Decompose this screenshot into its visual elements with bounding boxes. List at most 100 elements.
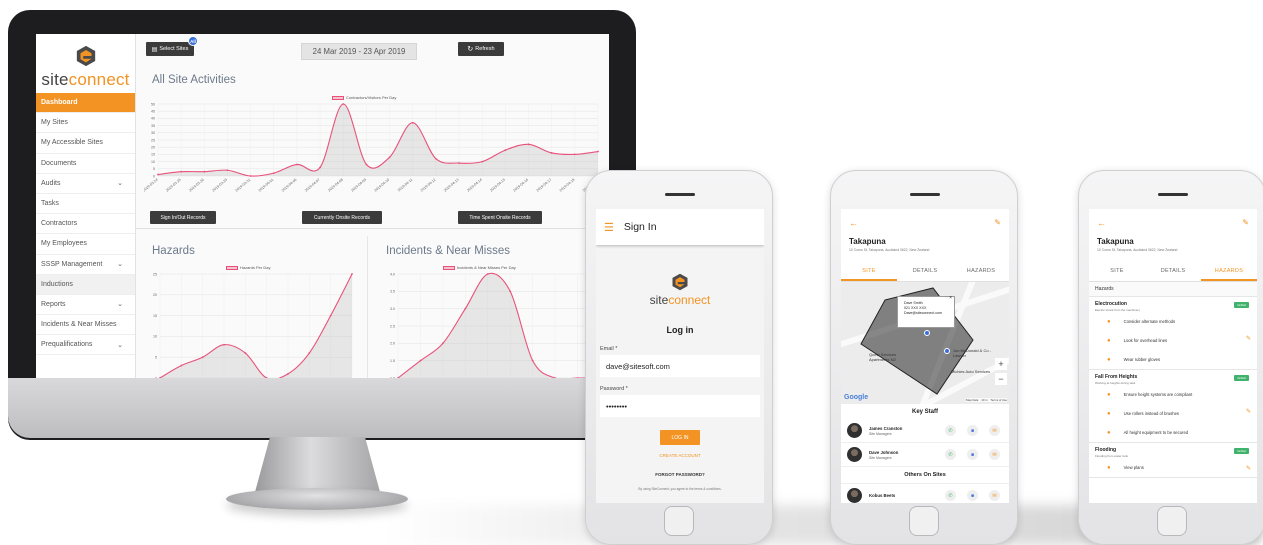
sidebar-item-my-employees[interactable]: My Employees [36,234,135,255]
desktop-screen: siteconnect Dashboard My Sites My Accessib… [36,34,609,378]
sidebar-item-tasks[interactable]: Tasks [36,194,135,215]
back-arrow-icon[interactable]: ← [1097,218,1106,228]
email-icon[interactable]: ✉ [989,490,1000,501]
data-point [226,169,229,172]
tab-hazards[interactable]: HAZARDS [1201,264,1257,281]
avatar [847,423,862,438]
select-sites-button[interactable]: ▤ Select Sites [146,42,194,56]
data-point [464,307,467,310]
hazard-control-item: ● Consider alternate methods [1095,312,1251,331]
home-button[interactable] [909,506,939,536]
email-field[interactable]: dave@sitesoft.com [600,355,760,377]
others-row[interactable]: Kobus Beets ✆ ■ ✉ [841,484,1009,503]
date-range-picker[interactable]: 24 Mar 2019 - 23 Apr 2019 [301,43,417,60]
sidebar-item-contractors[interactable]: Contractors [36,214,135,235]
home-button[interactable] [664,506,694,536]
site-address: 10 Como St, Takapuna, Auckland 0622, New… [849,248,930,252]
map-pin-icon[interactable] [924,330,930,336]
x-tick-label: 2019-04-13 [443,178,460,193]
edit-icon[interactable]: ✎ [1246,465,1251,472]
bulb-icon: ● [1107,337,1111,344]
sidebar-item-audits[interactable]: Audits ⌄ [36,174,135,194]
chat-icon[interactable]: ■ [967,490,978,501]
sidebar-menu: Dashboard My Sites My Accessible Sites Docu… [36,93,135,356]
map-pin-icon[interactable] [944,348,950,354]
tab-details[interactable]: DETAILS [897,264,953,281]
data-point [509,290,512,293]
y-tick-label: 20 [151,146,155,150]
password-label: Password * [600,386,628,392]
time-spent-onsite-records-button[interactable]: Time Spent Onsite Records [458,211,542,224]
home-button[interactable] [1157,506,1187,536]
edit-pencil-icon[interactable]: ✎ [994,218,1001,227]
hazard-control-item: ● View plans [1095,458,1251,477]
site-name: Takapuna [1097,237,1134,246]
call-icon[interactable]: ✆ [945,449,956,460]
email-icon[interactable]: ✉ [989,449,1000,460]
edit-icon[interactable]: ✎ [1246,408,1251,415]
chat-icon[interactable]: ■ [967,425,978,436]
sidebar-item-reports[interactable]: Reports ⌄ [36,295,135,316]
staff-row[interactable]: James Cranston Site Managers ✆ ■ ✉ [841,419,1009,443]
sidebar-item-prequalifications[interactable]: Prequalifications ⌄ [36,335,135,356]
login-button[interactable]: LOG IN [660,430,700,445]
edit-pencil-icon[interactable]: ✎ [1242,218,1249,227]
back-arrow-icon[interactable]: ← [849,218,858,228]
sidebar-item-sssp-management[interactable]: SSSP Management ⌄ [36,255,135,275]
tab-site[interactable]: SITE [1089,264,1145,281]
y-tick-label: 25 [151,138,155,142]
password-field[interactable]: •••••••• [600,395,760,417]
sidebar-item-incidents-near-misses[interactable]: Incidents & Near Misses [36,315,135,336]
data-point [531,359,534,362]
sidebar-item-dashboard[interactable]: Dashboard [36,93,135,114]
x-tick-label: 2019-04-09 [350,178,367,193]
tab-site[interactable]: SITE [841,264,897,281]
email-icon[interactable]: ✉ [989,425,1000,436]
site-map[interactable]: Dave Smith 021 XXX XXX Dave@siteconnect.… [841,282,1009,404]
zoom-out-button[interactable]: − [995,373,1007,385]
call-icon[interactable]: ✆ [945,490,956,501]
hazard-group[interactable]: Fall From Heights Working at heights duri… [1089,370,1257,443]
hazards-chart: 0 5 10 15 20 25 [146,270,356,378]
sidebar-item-label: Dashboard [41,99,78,107]
tab-hazards[interactable]: HAZARDS [953,264,1009,281]
currently-onsite-records-button[interactable]: Currently Onsite Records [302,211,382,224]
sidebar-item-label: Inductions [41,280,73,288]
data-point [180,364,183,367]
create-account-link[interactable]: CREATE ACCOUNT [596,453,764,458]
refresh-button[interactable]: ↻ Refresh [458,42,504,56]
sidebar-item-inductions[interactable]: Inductions [36,274,135,295]
sidebar-item-label: Prequalifications [41,341,93,349]
forgot-password-link[interactable]: FORGOT PASSWORD? [596,472,764,477]
bulb-icon: ● [1107,429,1111,436]
chat-icon[interactable]: ■ [967,449,978,460]
tab-details[interactable]: DETAILS [1145,264,1201,281]
y-tick-label: 15 [151,153,155,157]
data-point [419,359,422,362]
data-point [573,153,576,156]
others-on-site-heading: Others On Sites [841,467,1009,484]
staff-row[interactable]: Dave Johnson Site Managers ✆ ■ ✉ [841,443,1009,467]
data-point [388,156,391,159]
data-point [481,160,484,163]
x-tick-label: 2019-04-11 [397,178,413,193]
phone-site-map: ← ✎ Takapuna 10 Como St, Takapuna, Auckl… [830,170,1018,545]
call-icon[interactable]: ✆ [945,425,956,436]
data-point [351,273,353,275]
brand-logo[interactable]: siteconnect [36,34,135,90]
sidebar-item-label: Tasks [41,200,59,208]
monitor-stand [255,437,380,492]
x-tick-label: 2019-03-29 [211,178,228,193]
y-tick-label: 10 [153,335,157,339]
sidebar-item-my-accessible-sites[interactable]: My Accessible Sites [36,133,135,154]
edit-icon[interactable]: ✎ [1246,335,1251,342]
zoom-in-button[interactable]: + [995,358,1007,370]
x-tick-label: 2019-03-26 [188,178,205,193]
sidebar-item-my-sites[interactable]: My Sites [36,113,135,134]
hamburger-menu-icon[interactable]: ☰ [604,221,614,234]
sidebar-item-documents[interactable]: Documents [36,154,135,174]
close-icon[interactable]: × [949,295,952,302]
hazard-group[interactable]: Electrocution Electric shock from the mac… [1089,297,1257,370]
hazard-group[interactable]: Flooding Flooding from water tank Verified… [1089,443,1257,478]
sign-in-out-records-button[interactable]: Sign In/Out Records [150,211,216,224]
